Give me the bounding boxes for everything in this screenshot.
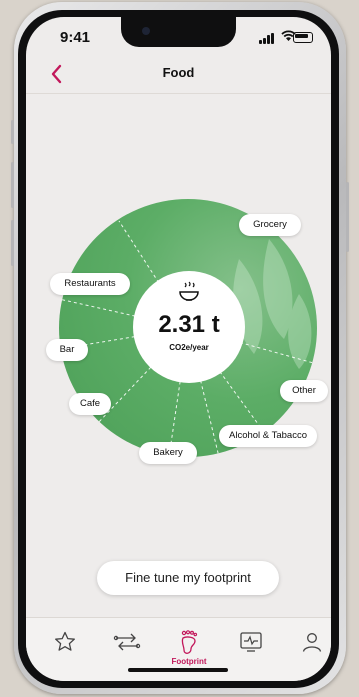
footprint-value: 2.31 t: [158, 311, 220, 338]
category-cafe[interactable]: Cafe: [69, 393, 111, 415]
status-time: 9:41: [60, 29, 91, 46]
status-icons: [259, 30, 313, 44]
battery-icon: [293, 32, 313, 43]
nav-header: Food: [26, 59, 331, 95]
page-title: Food: [162, 65, 195, 80]
footprint-unit: CO2e/year: [169, 343, 209, 352]
power-button: [346, 182, 349, 252]
mute-switch: [11, 120, 14, 144]
tab-transactions[interactable]: [109, 630, 145, 660]
steaming-bowl-icon: [179, 281, 199, 301]
tab-favorites[interactable]: [47, 630, 83, 660]
footprint-total: 2.31 t CO2e/year: [133, 271, 245, 383]
category-bakery[interactable]: Bakery: [139, 442, 197, 464]
header-divider: [26, 93, 331, 94]
transactions-icon: [113, 633, 141, 651]
camera-icon: [142, 27, 150, 35]
tab-footprint[interactable]: Footprint: [171, 630, 207, 666]
volume-down-button: [11, 220, 14, 266]
footprint-icon: [181, 630, 198, 654]
volume-up-button: [11, 162, 14, 208]
category-grocery[interactable]: Grocery: [239, 214, 301, 236]
home-indicator: [128, 668, 228, 672]
category-alcohol-tabacco[interactable]: Alcohol & Tabacco: [219, 425, 317, 447]
tab-profile[interactable]: [294, 630, 330, 660]
activity-chart-icon: [240, 632, 262, 652]
star-icon: [55, 631, 75, 651]
notch: [121, 17, 236, 47]
tab-footprint-label: Footprint: [171, 657, 207, 666]
tab-activity[interactable]: [233, 630, 269, 660]
category-bar[interactable]: Bar: [46, 339, 88, 361]
app-screen: 9:41 Food 2.31 t CO2e/year Grocery Resta…: [26, 17, 331, 681]
category-other[interactable]: Other: [280, 380, 328, 402]
profile-icon: [302, 633, 322, 652]
fine-tune-button[interactable]: Fine tune my footprint: [97, 561, 279, 595]
category-restaurants[interactable]: Restaurants: [50, 273, 130, 295]
